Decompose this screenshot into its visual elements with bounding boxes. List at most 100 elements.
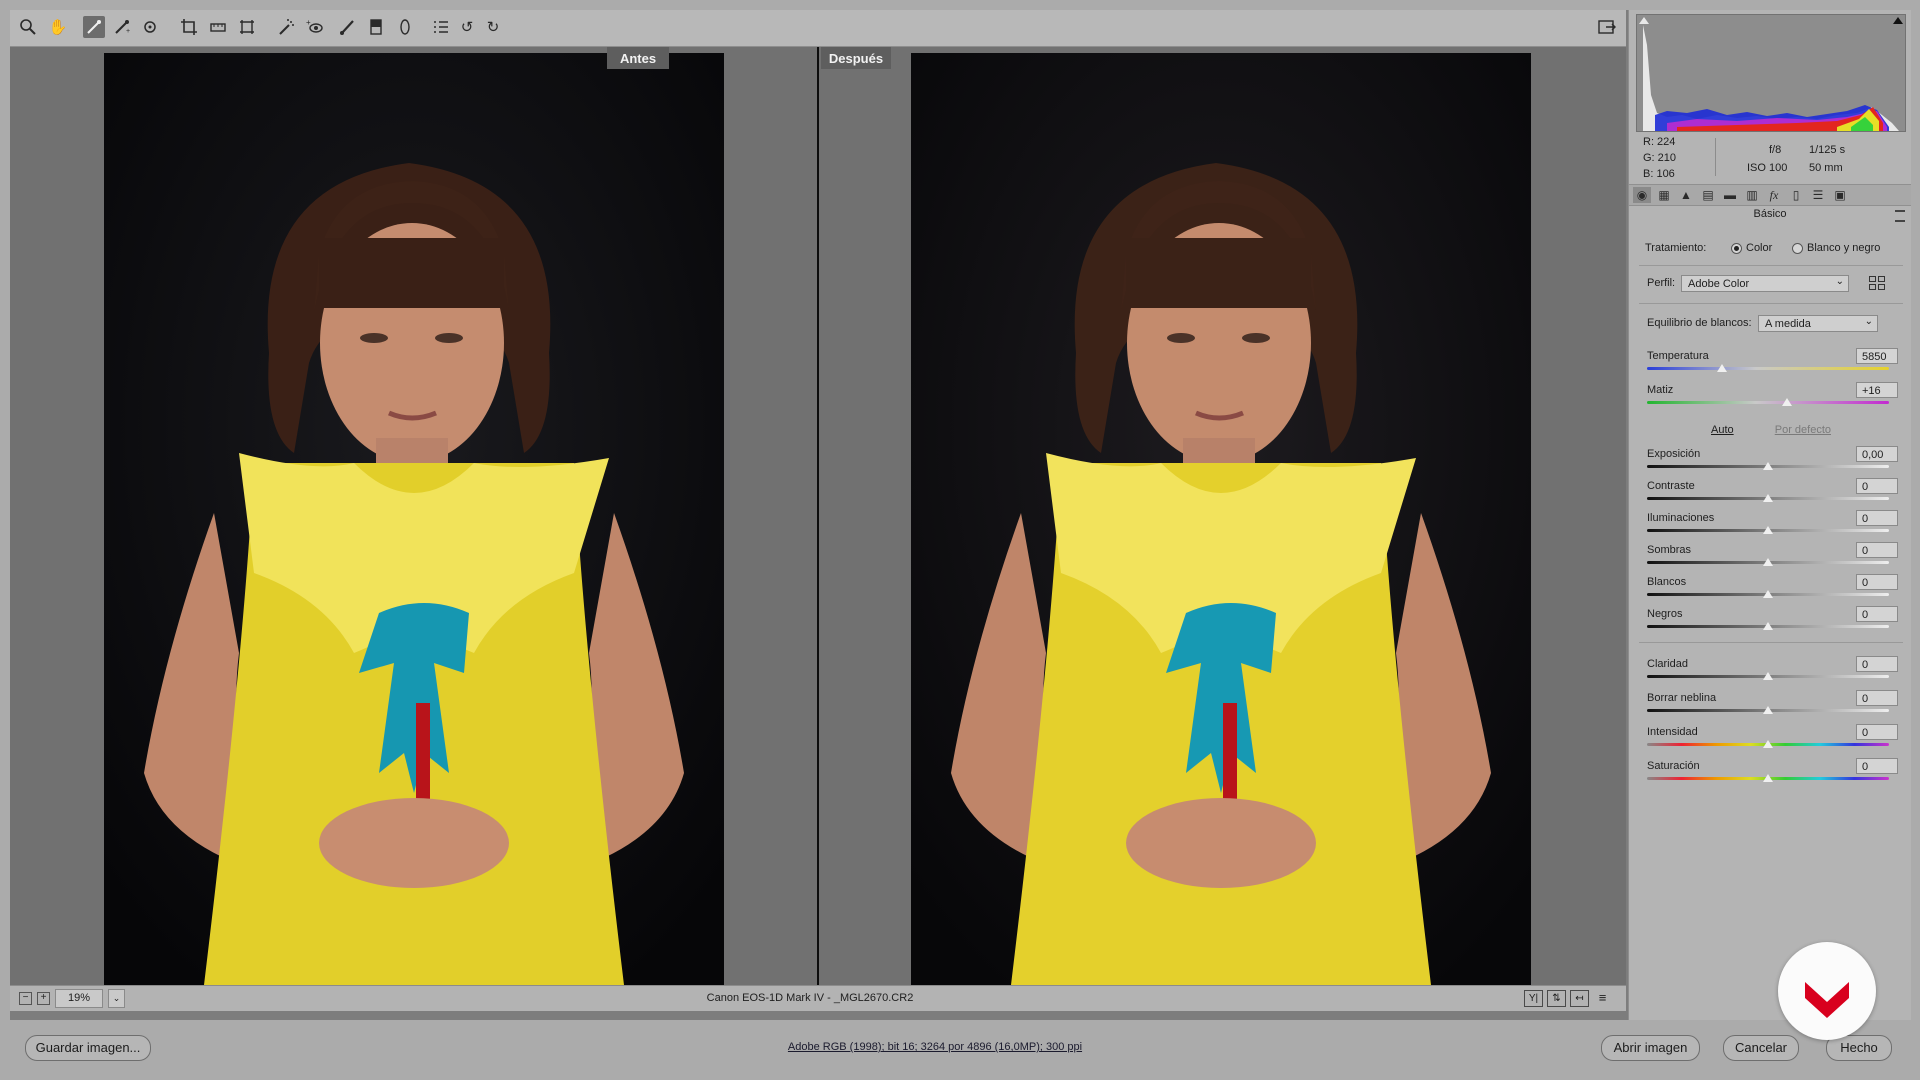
workflow-options-link[interactable]: Adobe RGB (1998); bit 16; 3264 por 4896 … xyxy=(650,1041,1220,1053)
slider-value-input[interactable]: 0 xyxy=(1856,606,1898,622)
slider-value-input[interactable]: 0 xyxy=(1856,690,1898,706)
presets-tab-icon[interactable]: ☰ xyxy=(1809,187,1827,203)
slider-thumb[interactable] xyxy=(1763,590,1773,598)
target-adjust-icon[interactable] xyxy=(140,16,162,38)
slider-thumb[interactable] xyxy=(1763,526,1773,534)
effects-tab-icon[interactable]: fx xyxy=(1765,187,1783,203)
slider-track[interactable] xyxy=(1647,401,1889,404)
iso-value: ISO 100 xyxy=(1747,162,1788,174)
snapshots-tab-icon[interactable]: ▣ xyxy=(1831,187,1849,203)
color-sampler-icon[interactable]: + xyxy=(111,16,133,38)
slider-label: Contraste xyxy=(1647,480,1695,492)
before-after-view-icon[interactable]: Y| xyxy=(1524,990,1543,1007)
slider-thumb[interactable] xyxy=(1763,558,1773,566)
red-eye-icon[interactable]: + xyxy=(304,16,326,38)
toolbar: ✋ + + ↺ ↻ xyxy=(10,10,1626,47)
slider-value-input[interactable]: 0 xyxy=(1856,510,1898,526)
slider-value-input[interactable]: 5850 xyxy=(1856,348,1898,364)
tone-curve-tab-icon[interactable]: ▦ xyxy=(1655,187,1673,203)
zoom-in-button[interactable]: + xyxy=(37,992,50,1005)
hsl-tab-icon[interactable]: ▤ xyxy=(1699,187,1717,203)
slider-label: Temperatura xyxy=(1647,350,1709,362)
adjustment-brush-icon[interactable] xyxy=(336,16,358,38)
brand-logo xyxy=(1778,942,1876,1040)
shadow-clipping-warning-icon[interactable] xyxy=(1639,17,1649,24)
default-link[interactable]: Por defecto xyxy=(1771,424,1831,436)
hand-icon[interactable]: ✋ xyxy=(47,16,69,38)
slider-value-input[interactable]: 0 xyxy=(1856,574,1898,590)
slider-thumb[interactable] xyxy=(1763,706,1773,714)
svg-text:+: + xyxy=(126,28,130,35)
shutter-value: 1/125 s xyxy=(1809,144,1846,156)
slider-label: Iluminaciones xyxy=(1647,512,1715,524)
zoom-dropdown-icon[interactable]: ⌄ xyxy=(108,989,125,1008)
view-settings-icon[interactable]: ≡ xyxy=(1594,990,1611,1005)
slider-label: Intensidad xyxy=(1647,726,1698,738)
swap-settings-icon[interactable]: ⇅ xyxy=(1547,990,1566,1007)
slider-label: Matiz xyxy=(1647,384,1674,396)
panel-menu-icon[interactable] xyxy=(1895,210,1905,222)
split-toning-tab-icon[interactable]: ▬ xyxy=(1721,187,1739,203)
highlight-clipping-warning-icon[interactable] xyxy=(1893,17,1903,24)
slider-value-input[interactable]: 0 xyxy=(1856,656,1898,672)
treatment-color-option[interactable]: Color xyxy=(1731,242,1772,254)
white-balance-icon[interactable] xyxy=(83,16,105,38)
slider-label: Negros xyxy=(1647,608,1683,620)
profile-select[interactable]: Adobe Color xyxy=(1681,273,1849,292)
presets-icon[interactable] xyxy=(430,16,452,38)
slider-label: Sombras xyxy=(1647,544,1692,556)
profile-browser-icon[interactable] xyxy=(1869,276,1885,290)
straighten-icon[interactable] xyxy=(207,16,229,38)
slider-thumb[interactable] xyxy=(1763,622,1773,630)
radial-filter-icon[interactable] xyxy=(394,16,416,38)
slider-value-input[interactable]: +16 xyxy=(1856,382,1898,398)
wb-select[interactable]: A medida xyxy=(1758,313,1878,332)
after-photo[interactable] xyxy=(911,53,1531,985)
slider-thumb[interactable] xyxy=(1763,740,1773,748)
spot-removal-icon[interactable] xyxy=(275,16,297,38)
slider-label: Saturación xyxy=(1647,760,1700,772)
slider-value-input[interactable]: 0 xyxy=(1856,758,1898,774)
zoom-out-button[interactable]: − xyxy=(19,992,32,1005)
save-image-button[interactable]: Guardar imagen... xyxy=(25,1035,151,1061)
zoom-icon[interactable] xyxy=(17,16,39,38)
rotate-right-icon[interactable]: ↻ xyxy=(482,16,504,38)
radio-icon xyxy=(1792,242,1803,254)
detail-tab-icon[interactable]: ▲ xyxy=(1677,187,1695,203)
treatment-bw-label: Blanco y negro xyxy=(1807,242,1881,254)
transform-icon[interactable] xyxy=(236,16,258,38)
basic-tab-icon[interactable]: ◉ xyxy=(1633,187,1651,203)
lens-corrections-tab-icon[interactable]: ▥ xyxy=(1743,187,1761,203)
before-photo[interactable] xyxy=(104,53,724,985)
slider-thumb[interactable] xyxy=(1717,364,1728,372)
split-divider[interactable] xyxy=(817,47,819,985)
slider-thumb[interactable] xyxy=(1763,462,1773,470)
slider-label: Blancos xyxy=(1647,576,1687,588)
slider-value-input[interactable]: 0 xyxy=(1856,724,1898,740)
calibration-tab-icon[interactable]: ▯ xyxy=(1787,187,1805,203)
slider-value-input[interactable]: 0,00 xyxy=(1856,446,1898,462)
slider-value-input[interactable]: 0 xyxy=(1856,478,1898,494)
rotate-left-icon[interactable]: ↺ xyxy=(456,16,478,38)
fullscreen-toggle-icon[interactable] xyxy=(1596,16,1618,38)
green-value: G: 210 xyxy=(1643,152,1677,164)
open-image-button[interactable]: Abrir imagen xyxy=(1601,1035,1700,1061)
slider-thumb[interactable] xyxy=(1763,494,1773,502)
treatment-label: Tratamiento: xyxy=(1645,242,1707,254)
preview-area: Antes Después xyxy=(10,47,1626,985)
graduated-filter-icon[interactable] xyxy=(365,16,387,38)
slider-label: Exposición xyxy=(1647,448,1701,460)
zoom-level[interactable]: 19% xyxy=(55,989,103,1008)
panel-title: Básico xyxy=(1753,208,1787,220)
slider-value-input[interactable]: 0 xyxy=(1856,542,1898,558)
slider-track[interactable] xyxy=(1647,367,1889,370)
slider-thumb[interactable] xyxy=(1763,774,1773,782)
slider-thumb[interactable] xyxy=(1763,672,1773,680)
slider-label: Borrar neblina xyxy=(1647,692,1717,704)
before-label: Antes xyxy=(607,47,669,69)
crop-icon[interactable] xyxy=(178,16,200,38)
copy-settings-icon[interactable]: ↤ xyxy=(1570,990,1589,1007)
slider-thumb[interactable] xyxy=(1782,398,1793,406)
auto-link[interactable]: Auto xyxy=(1711,424,1734,436)
treatment-bw-option[interactable]: Blanco y negro xyxy=(1792,242,1880,254)
